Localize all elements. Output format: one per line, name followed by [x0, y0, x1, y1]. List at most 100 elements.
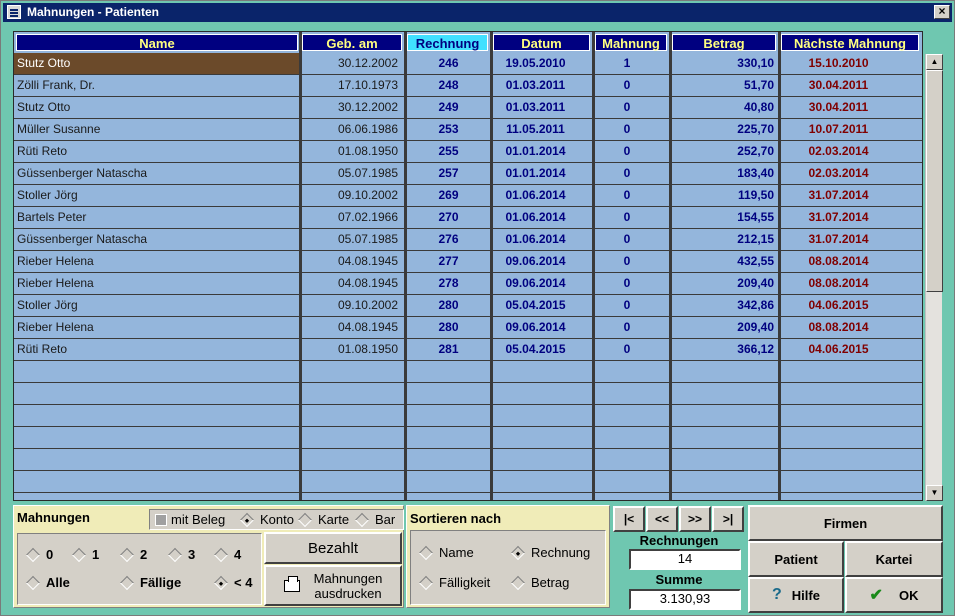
table-cell-rechnung[interactable] — [407, 427, 490, 449]
table-cell-name[interactable] — [14, 449, 299, 471]
level-3-radio[interactable]: 3 — [167, 547, 195, 563]
table-cell-datum[interactable]: 01.03.2011 — [493, 97, 592, 119]
table-cell-mahnung[interactable] — [595, 361, 669, 383]
table-cell-name[interactable]: Rieber Helena — [14, 317, 299, 339]
nav-last-button[interactable]: >| — [712, 506, 744, 532]
table-cell-betrag[interactable] — [672, 361, 778, 383]
nav-prev-button[interactable]: << — [646, 506, 678, 532]
table-cell-rechnung[interactable]: 277 — [407, 251, 490, 273]
table-cell-betrag[interactable] — [672, 471, 778, 493]
level-0-radio[interactable]: 0 — [25, 547, 53, 563]
table-cell-geb[interactable]: 04.08.1945 — [302, 251, 404, 273]
karte-radio[interactable]: Karte — [297, 512, 349, 528]
table-cell-datum[interactable]: 01.06.2014 — [493, 229, 592, 251]
table-cell-betrag[interactable]: 432,55 — [672, 251, 778, 273]
table-cell-rechnung[interactable]: 255 — [407, 141, 490, 163]
table-cell-name[interactable] — [14, 405, 299, 427]
table-cell-mahnung[interactable] — [595, 427, 669, 449]
lt4-radio[interactable]: < 4 — [213, 575, 252, 591]
table-cell-datum[interactable]: 05.04.2015 — [493, 295, 592, 317]
table-cell-name[interactable]: Rüti Reto — [14, 339, 299, 361]
bezahlt-button[interactable]: Bezahlt — [264, 532, 402, 564]
table-cell-name[interactable] — [14, 427, 299, 449]
table-cell-mahnung[interactable]: 0 — [595, 75, 669, 97]
patient-button[interactable]: Patient — [748, 541, 844, 577]
table-cell-datum[interactable] — [493, 471, 592, 493]
table-cell-name[interactable]: Stoller Jörg — [14, 295, 299, 317]
hilfe-button[interactable]: ? Hilfe — [748, 577, 844, 613]
table-cell-mahnung[interactable] — [595, 471, 669, 493]
table-cell-datum[interactable]: 01.03.2011 — [493, 75, 592, 97]
table-cell-naechste[interactable]: 10.07.2011 — [781, 119, 922, 141]
table-cell-betrag[interactable]: 342,86 — [672, 295, 778, 317]
table-cell-datum[interactable] — [493, 361, 592, 383]
table-cell-betrag[interactable] — [672, 405, 778, 427]
table-cell-rechnung[interactable] — [407, 471, 490, 493]
level-4-radio[interactable]: 4 — [213, 547, 241, 563]
header-betrag[interactable]: Betrag — [672, 34, 776, 51]
table-cell-betrag[interactable]: 212,15 — [672, 229, 778, 251]
table-cell-name[interactable]: Zölli Frank, Dr. — [14, 75, 299, 97]
table-cell-rechnung[interactable] — [407, 405, 490, 427]
table-cell-naechste[interactable]: 02.03.2014 — [781, 141, 922, 163]
table-cell-rechnung[interactable]: 278 — [407, 273, 490, 295]
nav-first-button[interactable]: |< — [613, 506, 645, 532]
table-cell-name[interactable]: Güssenberger Natascha — [14, 229, 299, 251]
table-cell-rechnung[interactable]: 280 — [407, 295, 490, 317]
table-cell-mahnung[interactable]: 0 — [595, 273, 669, 295]
table-cell-geb[interactable] — [302, 449, 404, 471]
table-cell-mahnung[interactable] — [595, 405, 669, 427]
table-cell-geb[interactable]: 05.07.1985 — [302, 229, 404, 251]
table-cell-geb[interactable] — [302, 471, 404, 493]
table-cell-mahnung[interactable] — [595, 449, 669, 471]
table-cell-geb[interactable]: 04.08.1945 — [302, 273, 404, 295]
table-cell-naechste[interactable]: 08.08.2014 — [781, 273, 922, 295]
table-cell-naechste[interactable] — [781, 471, 922, 493]
table-cell-geb[interactable] — [302, 361, 404, 383]
table-cell-naechste[interactable] — [781, 427, 922, 449]
table-cell-rechnung[interactable]: 276 — [407, 229, 490, 251]
table-cell-naechste[interactable] — [781, 361, 922, 383]
sort-rechnung-radio[interactable]: Rechnung — [510, 545, 590, 561]
table-cell-geb[interactable] — [302, 405, 404, 427]
table-cell-geb[interactable]: 07.02.1966 — [302, 207, 404, 229]
table-cell-mahnung[interactable]: 0 — [595, 251, 669, 273]
table-cell-betrag[interactable]: 183,40 — [672, 163, 778, 185]
bar-radio[interactable]: Bar — [354, 512, 395, 528]
table-cell-datum[interactable]: 09.06.2014 — [493, 273, 592, 295]
scroll-up-arrow-icon[interactable]: ▲ — [926, 54, 943, 70]
table-cell-datum[interactable] — [493, 383, 592, 405]
table-cell-rechnung[interactable]: 269 — [407, 185, 490, 207]
table-cell-naechste[interactable] — [781, 405, 922, 427]
table-cell-geb[interactable]: 17.10.1973 — [302, 75, 404, 97]
table-cell-naechste[interactable]: 30.04.2011 — [781, 75, 922, 97]
table-cell-betrag[interactable]: 51,70 — [672, 75, 778, 97]
table-cell-datum[interactable]: 01.01.2014 — [493, 141, 592, 163]
table-cell-datum[interactable] — [493, 449, 592, 471]
header-name[interactable]: Name — [16, 34, 298, 51]
table-cell-rechnung[interactable]: 281 — [407, 339, 490, 361]
header-rechnung[interactable]: Rechnung — [407, 34, 488, 51]
table-cell-betrag[interactable]: 225,70 — [672, 119, 778, 141]
table-cell-datum[interactable]: 01.06.2014 — [493, 207, 592, 229]
table-cell-name[interactable]: Rüti Reto — [14, 141, 299, 163]
table-cell-rechnung[interactable]: 253 — [407, 119, 490, 141]
table-cell-name[interactable]: Müller Susanne — [14, 119, 299, 141]
scroll-thumb[interactable] — [926, 70, 943, 292]
table-cell-rechnung[interactable]: 280 — [407, 317, 490, 339]
sort-faelligkeit-radio[interactable]: Fälligkeit — [418, 575, 490, 591]
table-cell-datum[interactable] — [493, 427, 592, 449]
table-cell-naechste[interactable]: 02.03.2014 — [781, 163, 922, 185]
nav-next-button[interactable]: >> — [679, 506, 711, 532]
table-cell-betrag[interactable] — [672, 427, 778, 449]
header-datum[interactable]: Datum — [493, 34, 590, 51]
faellige-radio[interactable]: Fällige — [119, 575, 181, 591]
sort-name-radio[interactable]: Name — [418, 545, 474, 561]
table-cell-datum[interactable]: 09.06.2014 — [493, 317, 592, 339]
table-cell-datum[interactable]: 05.04.2015 — [493, 339, 592, 361]
table-cell-mahnung[interactable]: 0 — [595, 317, 669, 339]
table-cell-betrag[interactable]: 154,55 — [672, 207, 778, 229]
ok-button[interactable]: ✔ OK — [845, 577, 943, 613]
table-cell-geb[interactable]: 04.08.1945 — [302, 317, 404, 339]
table-cell-rechnung[interactable] — [407, 383, 490, 405]
